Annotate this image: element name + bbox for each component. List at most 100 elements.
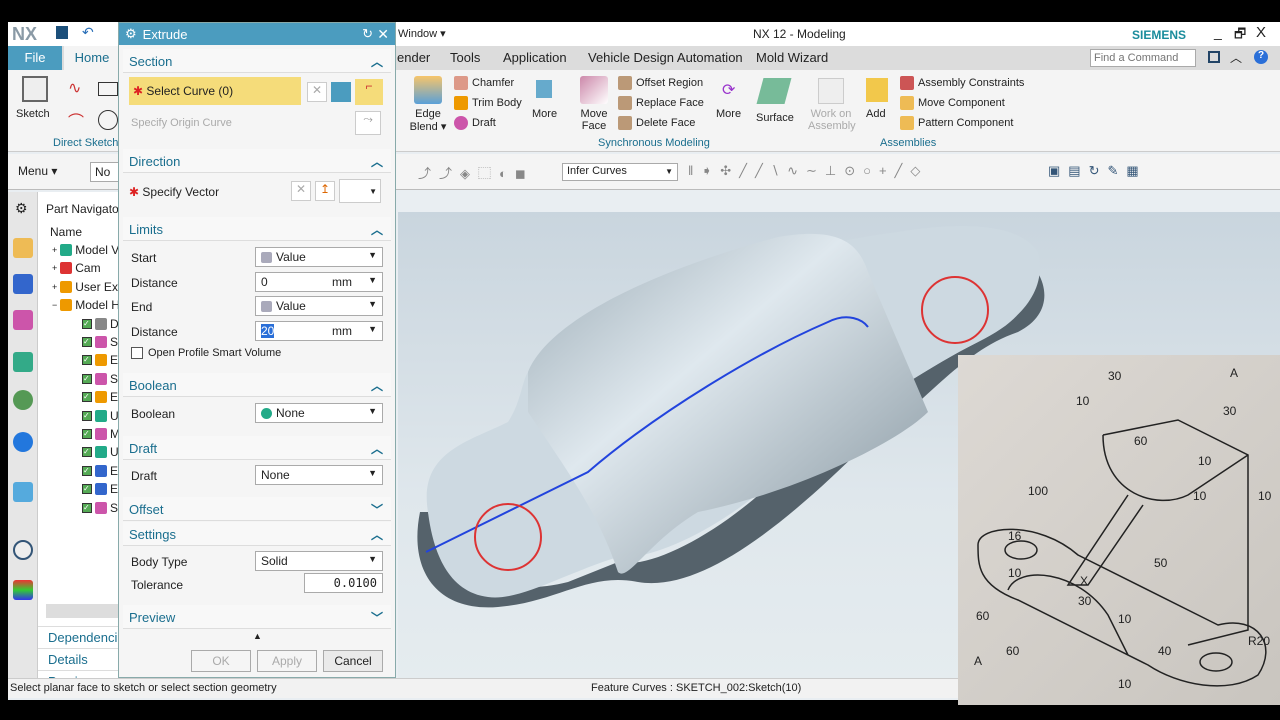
tolerance-input[interactable]: 0.0100 [304,573,383,593]
checkbox-icon[interactable]: ✓ [82,373,92,384]
preview-group-header[interactable]: Preview ﹀ [123,605,391,629]
help-icon[interactable]: ? [1254,50,1268,64]
show-more-arrow-icon[interactable]: ▲ [253,631,262,641]
draft-group-header[interactable]: Draft ︿ [123,436,391,460]
checkbox-icon[interactable]: ✓ [82,502,92,513]
part-navigator-icon[interactable] [13,310,33,330]
selection-tools-icons[interactable]: ⤴⤴◈⬚◐◼ [418,163,534,182]
origin-curve-icon[interactable]: ⤳ [355,111,381,135]
navigator-tree-item[interactable]: ✓ U [82,445,119,459]
constraint-navigator-icon[interactable] [13,274,33,294]
view-tools-icons[interactable]: ▣▤↻✎▦ [1048,163,1147,179]
expand-toggle-icon[interactable]: + [52,263,57,273]
navigator-tree-item[interactable]: ✓ E [82,482,118,496]
visualization-icon[interactable] [13,390,33,410]
replace-face-button[interactable]: Replace Face [618,96,704,110]
navigator-tree-item[interactable]: + User Exp [52,280,125,294]
vector-dialog-icon[interactable]: ↥ [315,181,335,201]
dialog-close-icon[interactable]: ✕ [377,26,389,43]
limits-group-header[interactable]: Limits ︿ [123,217,391,241]
draft-button[interactable]: Draft [454,116,496,130]
offset-group-header[interactable]: Offset ﹀ [123,497,391,521]
checkbox-icon[interactable]: ✓ [82,318,92,329]
pattern-component-button[interactable]: Pattern Component [900,116,1013,130]
trim-body-button[interactable]: Trim Body [454,96,522,110]
tab-mold-wizard[interactable]: Mold Wizard [756,50,828,65]
navigator-tree-item[interactable]: ✓ S [82,372,118,386]
navigator-tree-item[interactable]: + Model V [52,243,119,257]
profile-icon[interactable]: ∿ [68,78,81,98]
boolean-group-header[interactable]: Boolean ︿ [123,373,391,397]
tab-application[interactable]: Application [503,50,567,65]
ribbon-display-icon[interactable] [1208,51,1220,63]
arc-icon[interactable]: ⌒ [68,108,84,132]
end-distance-input[interactable]: 20 mm ▼ [255,321,383,341]
expand-toggle-icon[interactable]: + [52,245,57,255]
apply-button[interactable]: Apply [257,650,317,672]
edge-blend-button[interactable]: Edge Blend ▾ [408,108,448,133]
rectangle-icon[interactable] [98,82,118,96]
sketch-section-icon[interactable] [331,82,351,102]
tab-render[interactable]: ender [397,50,430,65]
expand-toggle-icon[interactable]: + [52,282,57,292]
settings-group-header[interactable]: Settings ︿ [123,522,391,546]
tab-vehicle-design-automation[interactable]: Vehicle Design Automation [588,50,743,65]
system-materials-icon[interactable] [13,580,33,600]
chamfer-button[interactable]: Chamfer [454,76,514,90]
snap-point-icons[interactable]: ‖➧✣╱╱∖∿∼⊥⊙○+╱◇ [688,163,928,179]
minimize-button[interactable]: _ [1214,24,1222,40]
navigator-tree-item[interactable]: ✓ U [82,409,119,423]
surface-button[interactable]: Surface [756,112,794,124]
sketch-button[interactable]: Sketch [16,108,50,120]
assembly-navigator-icon[interactable] [13,238,33,258]
settings-gear-icon[interactable]: ⚙ [125,26,137,42]
vector-type-dropdown[interactable]: ▼ [339,179,381,203]
ok-button[interactable]: OK [191,650,251,672]
find-command-input[interactable] [1090,49,1196,67]
resource-bar-settings-icon[interactable]: ⚙ [15,200,28,217]
web-browser-icon[interactable] [13,482,33,502]
navigator-horizontal-scrollbar[interactable] [46,604,118,618]
reverse-section-icon[interactable]: ✕ [307,82,327,102]
curve-icon[interactable]: ⌐ [355,79,383,105]
checkbox-icon[interactable]: ✓ [82,447,92,458]
info-icon[interactable] [13,432,33,452]
navigator-tree-item[interactable]: ✓ E [82,464,118,478]
navigator-tree-item[interactable]: ✓ E [82,353,118,367]
selection-filter-dropdown[interactable]: No S [90,162,120,182]
collapse-ribbon-icon[interactable]: ︿ [1230,49,1242,66]
curve-rule-dropdown[interactable]: Infer Curves ▼ [562,163,678,181]
checkbox-icon[interactable]: ✓ [82,429,92,439]
checkbox-icon[interactable]: ✓ [82,392,92,403]
history-clock-icon[interactable] [13,540,33,560]
cancel-button[interactable]: Cancel [323,650,383,672]
name-column-header[interactable]: Name [50,225,82,239]
draft-dropdown[interactable]: None ▼ [255,465,383,485]
close-button[interactable]: X [1256,24,1266,41]
menu-button[interactable]: Menu ▾ [18,164,57,178]
tab-tools[interactable]: Tools [450,50,480,65]
work-on-assembly-button[interactable]: Work on Assembly [808,108,856,132]
window-menu[interactable]: Window ▾ [398,27,446,40]
delete-face-button[interactable]: Delete Face [618,116,695,130]
direction-group-header[interactable]: Direction ︿ [123,149,391,173]
offset-region-button[interactable]: Offset Region [618,76,703,90]
checkbox-icon[interactable]: ✓ [82,465,92,476]
more-sync-button[interactable]: More [716,108,741,120]
details-panel[interactable]: Details [38,648,118,670]
body-type-dropdown[interactable]: Solid ▼ [255,551,383,571]
reverse-direction-icon[interactable]: ✕ [291,181,311,201]
navigator-tree-item[interactable]: ✓ S [82,335,118,349]
more-features-button[interactable]: More [532,108,557,120]
checkbox-icon[interactable]: ✓ [82,410,92,421]
section-group-header[interactable]: Section ︿ [123,49,391,73]
navigator-tree-item[interactable]: ✓ D [82,317,119,331]
move-face-button[interactable]: Move Face [576,108,612,132]
tab-file[interactable]: File [8,46,62,70]
reuse-library-icon[interactable] [13,352,33,372]
tab-home[interactable]: Home [64,46,120,72]
navigator-tree-item[interactable]: − Model H [52,298,120,312]
expand-toggle-icon[interactable]: − [52,300,57,310]
select-curve-field[interactable]: ✱ Select Curve (0) [129,77,301,105]
boolean-dropdown[interactable]: None ▼ [255,403,383,423]
